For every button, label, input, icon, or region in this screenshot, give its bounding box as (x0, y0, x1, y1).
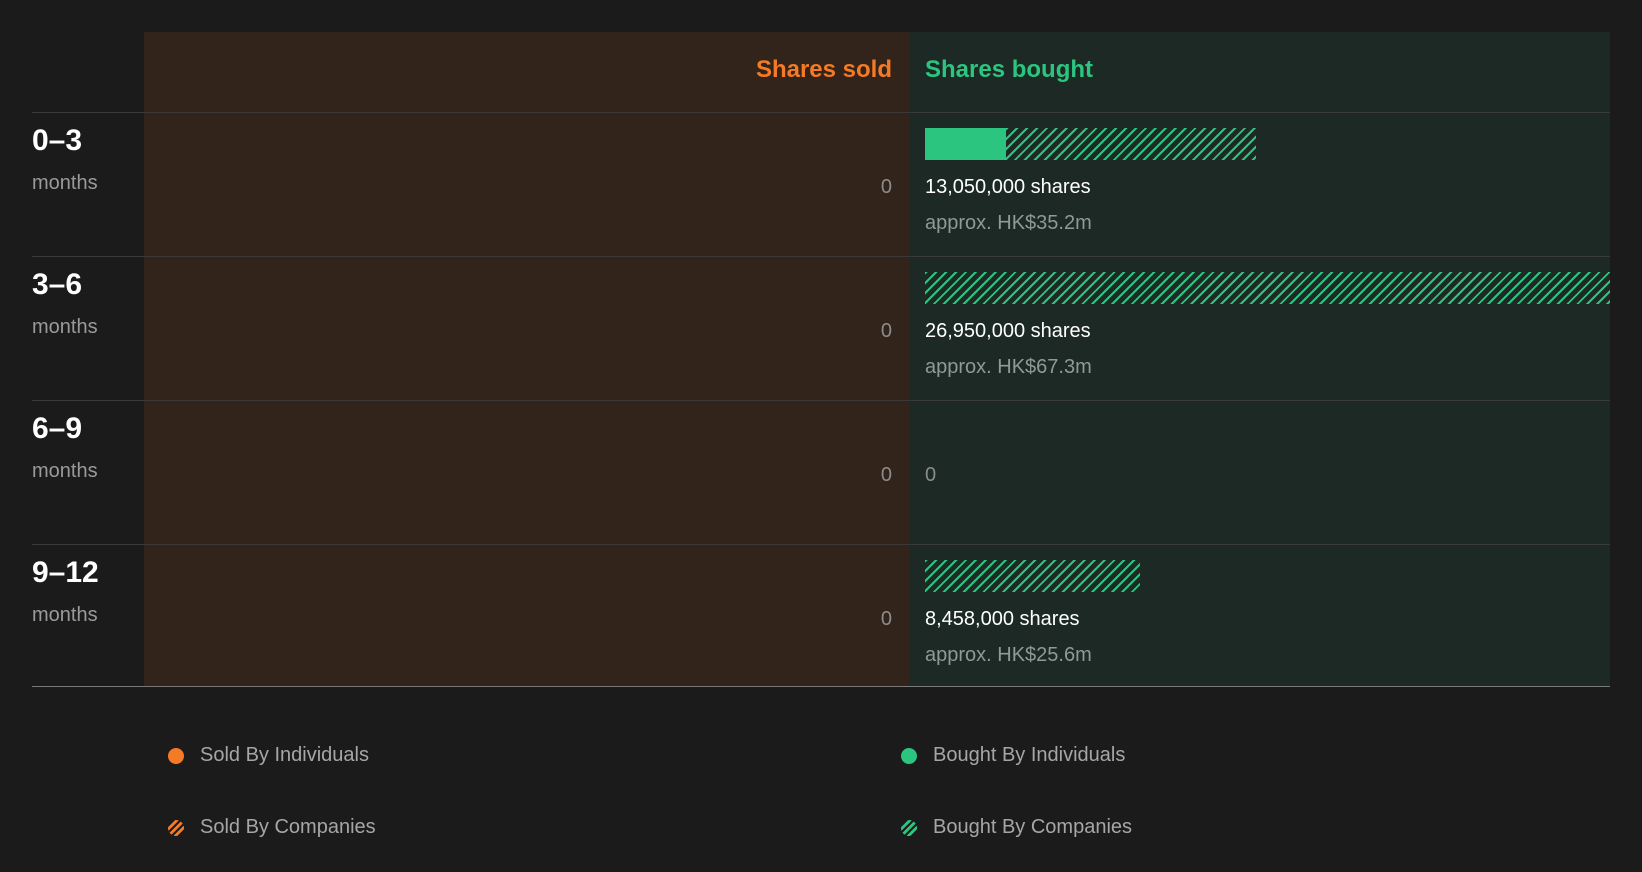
insider-trading-chart: Shares sold Shares bought 0–3 months 0 1… (0, 0, 1642, 872)
sold-value: 0 (880, 608, 892, 630)
legend-label: Sold By Companies (200, 816, 376, 838)
bought-bar (925, 128, 1610, 160)
legend-label: Bought By Companies (933, 816, 1133, 838)
sold-value: 0 (880, 464, 892, 486)
legend-bought-by-individuals: Bought By Individuals (901, 744, 1125, 767)
legend-bought-by-companies: Bought By Companies (901, 816, 1132, 839)
period-unit: months (32, 172, 98, 194)
legend-label: Sold By Individuals (200, 744, 369, 766)
bought-bar (925, 272, 1610, 304)
table-row: 0–3 months 0 13,050,000 shares approx. H… (0, 112, 1642, 256)
solid-dot-icon (901, 747, 917, 764)
bought-value-zero: 0 (925, 464, 937, 486)
bought-approx-value: approx. HK$67.3m (925, 356, 1092, 378)
table-row: 6–9 months 0 0 (0, 400, 1642, 544)
bought-by-companies-bar (925, 272, 1610, 304)
table-row: 3–6 months 0 26,950,000 shares approx. H… (0, 256, 1642, 400)
bought-shares-label: 26,950,000 shares (925, 320, 1091, 342)
period-unit: months (32, 460, 98, 482)
bought-approx-value: approx. HK$35.2m (925, 212, 1092, 234)
bought-bar (925, 560, 1610, 592)
period-unit: months (32, 316, 98, 338)
bought-by-companies-bar (1006, 128, 1256, 160)
table-row: 9–12 months 0 8,458,000 shares approx. H… (0, 544, 1642, 688)
hatched-dot-icon (901, 819, 917, 836)
bought-by-individuals-bar (925, 128, 1006, 160)
bought-shares-label: 8,458,000 shares (925, 608, 1080, 630)
period-label: 9–12 (32, 556, 99, 589)
legend-label: Bought By Individuals (933, 744, 1126, 766)
period-label: 3–6 (32, 268, 83, 301)
bought-shares-label: 13,050,000 shares (925, 176, 1091, 198)
legend-sold-by-individuals: Sold By Individuals (168, 744, 369, 767)
sold-value: 0 (880, 176, 892, 198)
period-label: 0–3 (32, 124, 83, 157)
hatched-dot-icon (168, 819, 184, 836)
shares-sold-header: Shares sold (755, 56, 892, 83)
period-label: 6–9 (32, 412, 83, 445)
bought-by-companies-bar (925, 560, 1140, 592)
period-unit: months (32, 604, 98, 626)
solid-dot-icon (168, 747, 184, 764)
shares-bought-header: Shares bought (925, 56, 1094, 83)
legend-sold-by-companies: Sold By Companies (168, 816, 376, 839)
bought-approx-value: approx. HK$25.6m (925, 644, 1092, 666)
sold-value: 0 (880, 320, 892, 342)
